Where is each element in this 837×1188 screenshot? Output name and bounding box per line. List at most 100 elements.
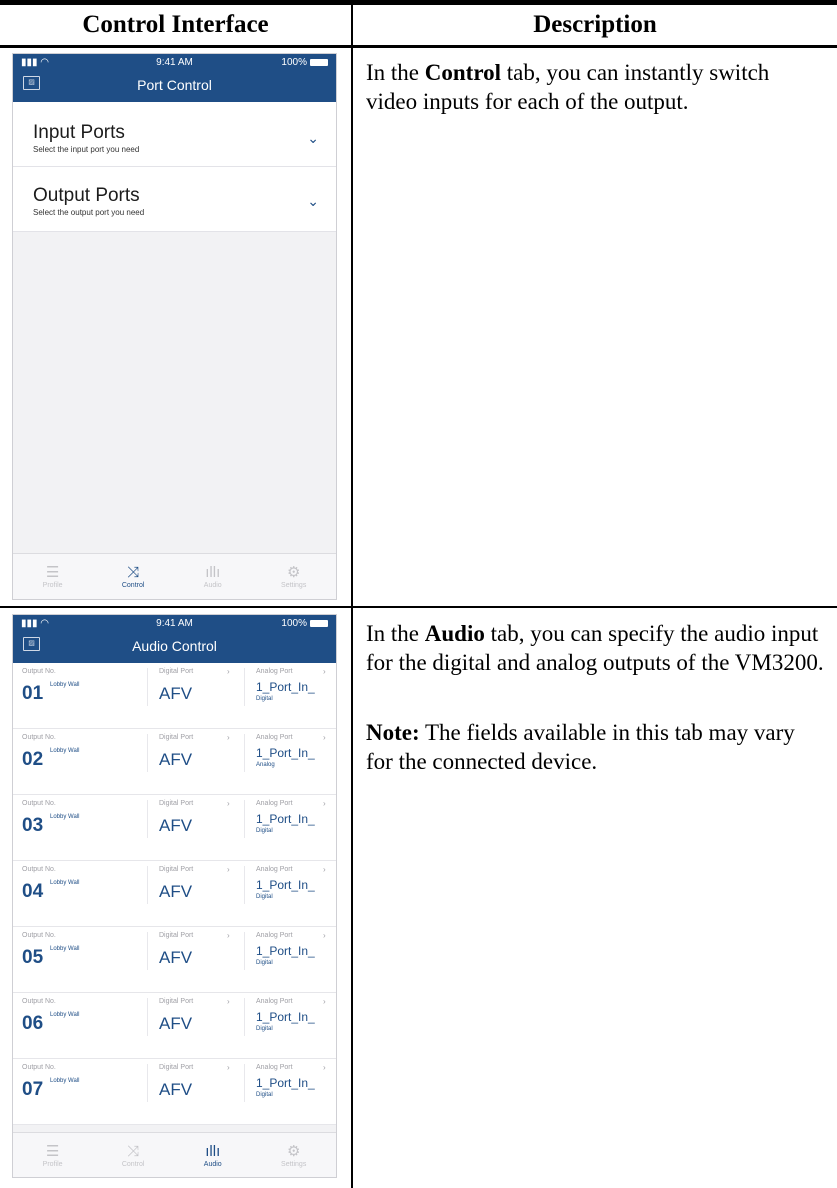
digital-port-value[interactable]: AFV — [159, 1080, 192, 1100]
analog-port-type: Digital — [256, 1092, 273, 1098]
column-separator — [244, 668, 245, 706]
analog-port-value[interactable]: 1_Port_In_ — [256, 812, 315, 826]
output-no-label: Output No. — [22, 998, 56, 1005]
audio-row: Output No. 05 Lobby Wall Digital Port › AFV An… — [13, 927, 336, 993]
list-icon: ☰ — [45, 564, 60, 581]
tab-settings[interactable]: ⚙ Settings — [281, 564, 306, 589]
tab-settings[interactable]: ⚙ Settings — [281, 1143, 306, 1168]
chevron-right-icon[interactable]: › — [227, 799, 230, 808]
output-no-label: Output No. — [22, 800, 56, 807]
chevron-right-icon[interactable]: › — [323, 931, 326, 940]
output-no-label: Output No. — [22, 1064, 56, 1071]
output-name: Lobby Wall — [50, 1012, 80, 1018]
chevron-right-icon[interactable]: › — [323, 799, 326, 808]
col-header-description: Description — [533, 11, 657, 38]
output-name: Lobby Wall — [50, 880, 80, 886]
chevron-right-icon[interactable]: › — [323, 1063, 326, 1072]
output-ports-section[interactable]: Output Ports Select the output port you … — [13, 167, 336, 232]
column-separator — [147, 998, 148, 1036]
digital-port-label: Digital Port — [159, 1064, 194, 1071]
tab-label: Settings — [281, 1160, 307, 1168]
output-number: 05 — [22, 947, 44, 968]
audio-row: Output No. 02 Lobby Wall Digital Port › AFV An… — [13, 729, 336, 795]
digital-port-value[interactable]: AFV — [159, 816, 192, 836]
analog-port-label: Analog Port — [256, 998, 293, 1005]
port-control-screenshot: ▮▮▮ ◠ 9:41 AM 100% ▨ Port Control Input … — [12, 53, 337, 600]
chevron-right-icon[interactable]: › — [323, 733, 326, 742]
column-separator — [244, 734, 245, 772]
analog-port-value[interactable]: 1_Port_In_ — [256, 1076, 315, 1090]
tab-bar: ☰ Profile ⤨ Control ıllı Audio ⚙ Settings — [13, 1132, 336, 1177]
digital-port-value[interactable]: AFV — [159, 948, 192, 968]
audio-row: Output No. 07 Lobby Wall Digital Port › AFV An… — [13, 1059, 336, 1125]
digital-port-label: Digital Port — [159, 800, 194, 807]
audio-row: Output No. 06 Lobby Wall Digital Port › AFV An… — [13, 993, 336, 1059]
digital-port-value[interactable]: AFV — [159, 1014, 192, 1034]
analog-port-label: Analog Port — [256, 866, 293, 873]
digital-port-value[interactable]: AFV — [159, 750, 192, 770]
col-header-control-interface: Control Interface — [82, 11, 269, 38]
chevron-right-icon[interactable]: › — [227, 865, 230, 874]
analog-port-type: Analog — [256, 762, 275, 768]
chevron-right-icon[interactable]: › — [323, 865, 326, 874]
digital-port-label: Digital Port — [159, 932, 194, 939]
column-separator — [147, 800, 148, 838]
shuffle-icon: ⤨ — [127, 1142, 140, 1160]
battery-indicator: 100% — [281, 618, 328, 629]
analog-port-value[interactable]: 1_Port_In_ — [256, 878, 315, 892]
chevron-down-icon[interactable]: ⌄ — [307, 130, 319, 147]
analog-port-value[interactable]: 1_Port_In_ — [256, 680, 315, 694]
chevron-right-icon[interactable]: › — [227, 667, 230, 676]
tab-control[interactable]: ⤨ Control — [122, 564, 145, 589]
table-header-rule — [0, 45, 837, 48]
tab-label: Profile — [42, 582, 63, 589]
input-ports-section[interactable]: Input Ports Select the input port you ne… — [13, 102, 336, 167]
tab-profile[interactable]: ☰ Profile — [43, 564, 63, 589]
analog-port-value[interactable]: 1_Port_In_ — [256, 944, 315, 958]
output-name: Lobby Wall — [50, 682, 80, 688]
section-subtitle: Select the output port you need — [33, 208, 145, 217]
chevron-right-icon[interactable]: › — [227, 1063, 230, 1072]
chevron-right-icon[interactable]: › — [323, 667, 326, 676]
output-number: 02 — [22, 749, 44, 770]
audio-control-screenshot: ▮▮▮ ◠ 9:41 AM 100% ▨ Audio Control Outpu… — [12, 614, 337, 1178]
column-separator — [244, 1064, 245, 1102]
note-text: The fields available in this tab may var… — [366, 720, 795, 774]
column-separator — [147, 734, 148, 772]
output-number: 03 — [22, 815, 44, 836]
tab-audio[interactable]: ıllı Audio — [204, 1143, 222, 1168]
output-number: 06 — [22, 1013, 44, 1034]
audio-row: Output No. 01 Lobby Wall Digital Port › AFV An… — [13, 663, 336, 729]
column-separator — [244, 932, 245, 970]
output-name: Lobby Wall — [50, 748, 80, 754]
status-bar: ▮▮▮ ◠ 9:41 AM 100% — [13, 54, 336, 72]
analog-port-type: Digital — [256, 1026, 273, 1032]
column-separator — [244, 998, 245, 1036]
table-top-rule — [0, 0, 837, 5]
analog-port-value[interactable]: 1_Port_In_ — [256, 746, 315, 760]
analog-port-label: Analog Port — [256, 932, 293, 939]
tab-control[interactable]: ⤨ Control — [122, 1143, 145, 1168]
analog-port-label: Analog Port — [256, 800, 293, 807]
desc-bold-term: Audio — [424, 621, 485, 646]
analog-port-value[interactable]: 1_Port_In_ — [256, 1010, 315, 1024]
digital-port-value[interactable]: AFV — [159, 882, 192, 902]
output-name: Lobby Wall — [50, 1078, 80, 1084]
chevron-down-icon[interactable]: ⌄ — [307, 193, 319, 210]
battery-icon — [310, 620, 328, 627]
audio-wave-icon: ıllı — [205, 1142, 221, 1160]
chevron-right-icon[interactable]: › — [323, 997, 326, 1006]
shuffle-icon: ⤨ — [127, 564, 140, 581]
chevron-right-icon[interactable]: › — [227, 931, 230, 940]
chevron-right-icon[interactable]: › — [227, 733, 230, 742]
desc-text: In the — [366, 60, 425, 85]
tab-audio[interactable]: ıllı Audio — [204, 564, 222, 589]
audio-row: Output No. 03 Lobby Wall Digital Port › AFV An… — [13, 795, 336, 861]
tab-profile[interactable]: ☰ Profile — [43, 1143, 63, 1168]
digital-port-value[interactable]: AFV — [159, 684, 192, 704]
screen-title: Port Control — [137, 77, 212, 93]
column-separator — [147, 932, 148, 970]
analog-port-label: Analog Port — [256, 1064, 293, 1071]
chevron-right-icon[interactable]: › — [227, 997, 230, 1006]
analog-port-type: Digital — [256, 828, 273, 834]
